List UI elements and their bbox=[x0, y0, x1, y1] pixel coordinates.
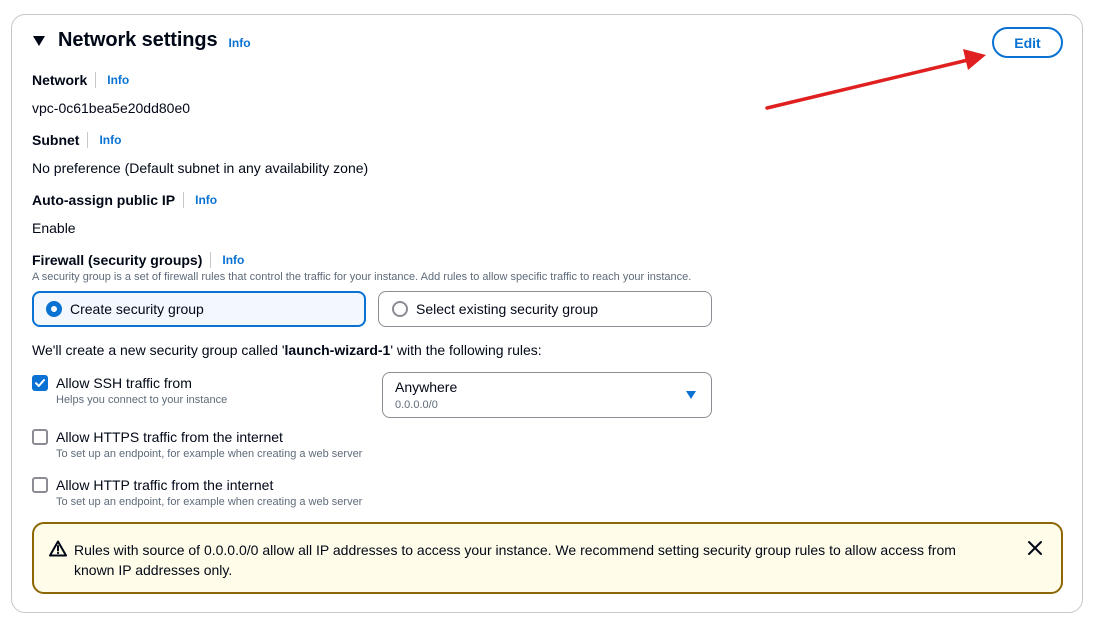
annotation-arrow-icon bbox=[765, 49, 986, 110]
